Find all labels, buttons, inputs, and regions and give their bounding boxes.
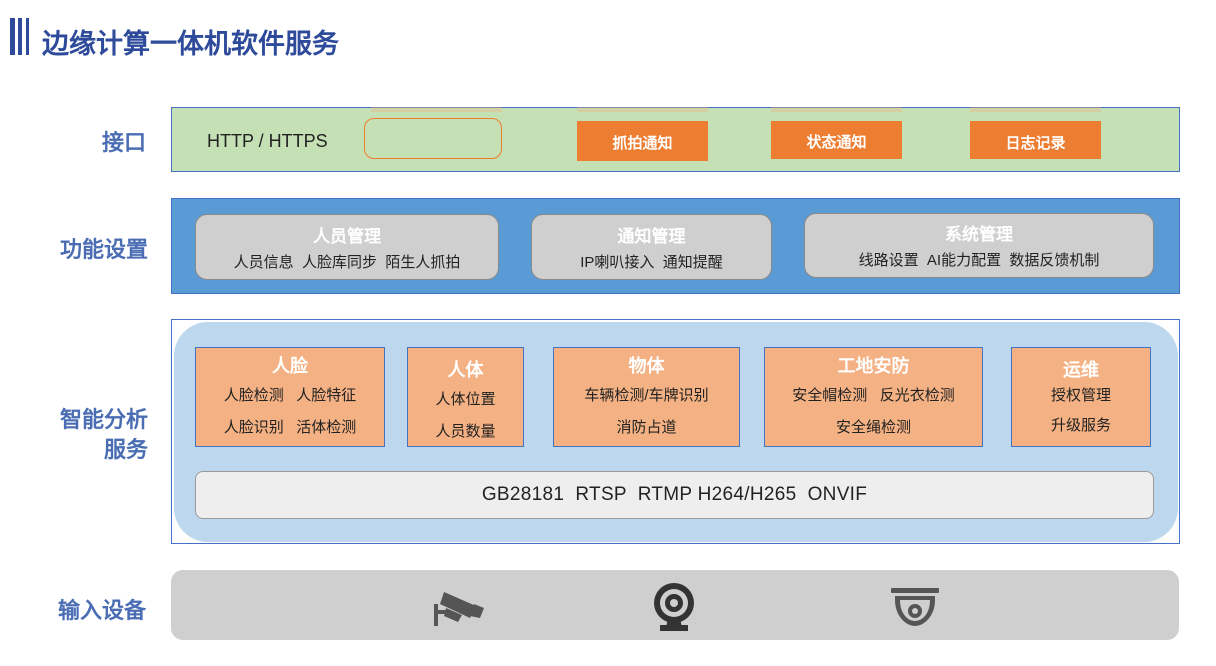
analysis-card-line: 升级服务 [1050, 417, 1111, 434]
function-card-items: IP喇叭接入 通知提醒 [580, 254, 723, 271]
log-record-button[interactable]: 日志记录 [970, 121, 1101, 159]
snapshot-notify-button[interactable]: 抓拍通知 [577, 121, 708, 161]
analysis-card-site-security: 工地安防 安全帽检测 反光衣检测 安全绳检测 [764, 347, 983, 447]
bullet-camera-icon [434, 592, 484, 626]
interface-strip-2 [577, 107, 708, 112]
function-card-title: 通知管理 [617, 227, 686, 246]
analysis-card-line: 人员数量 [435, 423, 496, 440]
analysis-card-title: 人体 [447, 360, 484, 380]
analysis-card-line: 安全帽检测 反光衣检测 [792, 387, 955, 404]
function-card-title: 人员管理 [313, 227, 381, 246]
function-card-system: 系统管理 线路设置 AI能力配置 数据反馈机制 [804, 213, 1154, 278]
interface-strip-3 [771, 107, 902, 112]
function-card-items: 人员信息 人脸库同步 陌生人抓拍 [233, 254, 461, 271]
protocol-bar: GB28181 RTSP RTMP H264/H265 ONVIF [195, 471, 1154, 519]
row-label-analysis-line2: 服务 [103, 437, 148, 462]
function-card-notify: 通知管理 IP喇叭接入 通知提醒 [531, 214, 772, 280]
analysis-card-line: 安全绳检测 [835, 419, 911, 436]
row-label-analysis-line1: 智能分析 [59, 407, 148, 432]
analysis-card-line: 人脸识别 活体检测 [223, 419, 357, 436]
analysis-card-line: 授权管理 [1050, 387, 1111, 404]
analysis-card-title: 工地安防 [837, 356, 910, 376]
function-card-personnel: 人员管理 人员信息 人脸库同步 陌生人抓拍 [195, 214, 499, 280]
title-bar-mark-1 [10, 18, 15, 55]
interface-protocol: HTTP / HTTPS [207, 131, 328, 151]
webcam-icon [654, 583, 694, 631]
analysis-card-title: 运维 [1063, 360, 1099, 380]
row-label-analysis: 智能分析 服务 [38, 405, 148, 465]
analysis-card-line: 人体位置 [435, 391, 496, 408]
interface-strip-4 [970, 107, 1101, 112]
analysis-card-line: 人脸检测 人脸特征 [223, 387, 357, 404]
dome-camera-icon [891, 588, 939, 626]
interface-outline-box [364, 118, 502, 159]
row-label-input: 输入设备 [57, 598, 146, 623]
row-label-functions: 功能设置 [59, 237, 148, 262]
analysis-card-title: 人脸 [272, 356, 308, 376]
analysis-card-ops: 运维 授权管理 升级服务 [1011, 347, 1151, 447]
analysis-card-line: 车辆检测/车牌识别 [584, 387, 709, 404]
interface-strip-1 [371, 107, 502, 112]
analysis-card-body: 人体 人体位置 人员数量 [407, 347, 524, 447]
function-card-items: 线路设置 AI能力配置 数据反馈机制 [858, 252, 1100, 269]
title-bar-mark-2 [18, 18, 22, 55]
title-bar-mark-3 [26, 18, 29, 55]
page-title: 边缘计算一体机软件服务 [42, 29, 339, 59]
analysis-card-face: 人脸 人脸检测 人脸特征 人脸识别 活体检测 [195, 347, 385, 447]
status-notify-button[interactable]: 状态通知 [771, 121, 902, 159]
analysis-card-object: 物体 车辆检测/车牌识别 消防占道 [553, 347, 740, 447]
function-card-title: 系统管理 [945, 225, 1013, 244]
row-label-interface: 接口 [101, 130, 146, 155]
analysis-card-title: 物体 [628, 356, 665, 376]
analysis-card-line: 消防占道 [616, 419, 677, 436]
